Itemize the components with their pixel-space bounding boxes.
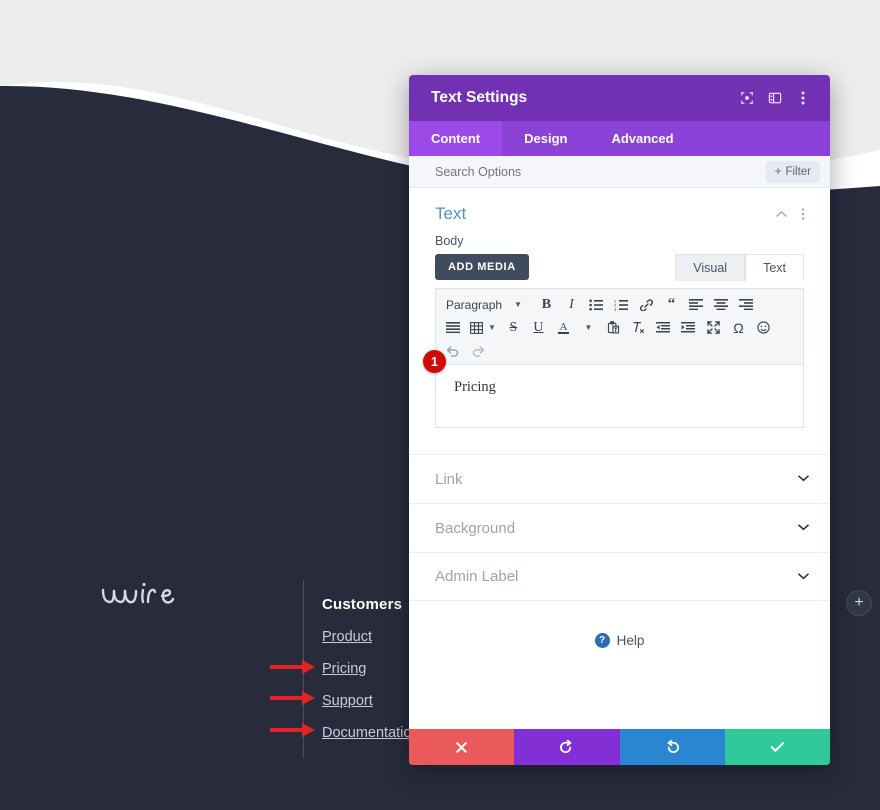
filter-button-label: Filter xyxy=(785,165,811,178)
editor-tab-visual[interactable]: Visual xyxy=(675,254,746,281)
help-link[interactable]: ? Help xyxy=(409,633,830,648)
footer-link-support[interactable]: Support xyxy=(322,693,420,709)
add-section-button[interactable]: + xyxy=(846,590,872,616)
target-icon[interactable] xyxy=(734,85,760,111)
section-more-vertical-icon[interactable] xyxy=(792,207,814,221)
toolbar-row-2: ▼ S U A ▼ Ω xyxy=(442,316,797,339)
accordion-link[interactable]: Link xyxy=(409,454,830,503)
tab-content[interactable]: Content xyxy=(409,121,503,156)
annotation-arrow-pricing xyxy=(270,660,318,674)
chevron-down-icon: ▼ xyxy=(488,323,496,332)
strikethrough-icon[interactable]: S xyxy=(503,317,524,338)
brand-logo xyxy=(99,578,181,614)
outdent-icon[interactable] xyxy=(653,317,674,338)
undo-button[interactable] xyxy=(514,729,620,765)
align-justify-icon[interactable] xyxy=(442,317,463,338)
modal-tab-bar: Content Design Advanced xyxy=(409,121,830,156)
accordion-link-label: Link xyxy=(435,470,463,488)
cancel-button[interactable] xyxy=(409,729,515,765)
rich-text-editor: Paragraph ▼ B I 1 2 3 “ ▼ S U A ▼ Ω Pric… xyxy=(435,288,804,428)
tab-design[interactable]: Design xyxy=(502,121,589,156)
blockquote-icon[interactable]: “ xyxy=(661,294,682,315)
accordion-admin-label-label: Admin Label xyxy=(435,568,519,585)
italic-icon[interactable]: I xyxy=(561,294,582,315)
format-select[interactable]: Paragraph ▼ xyxy=(442,294,526,315)
search-options-row: + Filter xyxy=(409,156,830,188)
search-input[interactable] xyxy=(433,163,766,180)
modal-title: Text Settings xyxy=(431,89,528,106)
layout-panel-icon[interactable] xyxy=(762,85,788,111)
accordion-background-label: Background xyxy=(435,519,516,537)
text-color-icon[interactable]: A xyxy=(553,317,574,338)
accordion-list: Link Background Admin Label xyxy=(409,454,830,601)
annotation-arrow-support xyxy=(270,691,318,705)
svg-text:3: 3 xyxy=(614,306,617,310)
chevron-down-icon xyxy=(797,522,810,534)
table-icon[interactable]: ▼ xyxy=(467,317,499,338)
filter-button[interactable]: + Filter xyxy=(765,160,820,183)
text-section-header: Text xyxy=(409,188,830,234)
plus-icon: + xyxy=(774,165,782,178)
redo-icon[interactable] xyxy=(467,340,488,361)
editor-toolbar: Paragraph ▼ B I 1 2 3 “ ▼ S U A ▼ Ω xyxy=(436,289,803,365)
text-color-chevron-down-icon[interactable]: ▼ xyxy=(578,317,599,338)
add-media-button[interactable]: ADD MEDIA xyxy=(435,254,529,280)
footer-nav-column: Customers Product Pricing Support Docume… xyxy=(303,580,420,758)
link-icon[interactable] xyxy=(636,294,657,315)
underline-icon[interactable]: U xyxy=(528,317,549,338)
accordion-admin-label[interactable]: Admin Label xyxy=(409,552,830,601)
editor-canvas[interactable]: Pricing xyxy=(436,365,803,427)
chevron-down-icon: ▼ xyxy=(514,300,522,309)
align-right-icon[interactable] xyxy=(736,294,757,315)
help-label: Help xyxy=(616,633,645,648)
editor-tab-text[interactable]: Text xyxy=(745,254,804,281)
annotation-arrow-documentation xyxy=(270,723,318,737)
bulleted-list-icon[interactable] xyxy=(586,294,607,315)
chevron-up-icon[interactable] xyxy=(770,210,792,219)
paste-as-text-icon[interactable] xyxy=(603,317,624,338)
fullscreen-icon[interactable] xyxy=(703,317,724,338)
accordion-background[interactable]: Background xyxy=(409,503,830,552)
align-center-icon[interactable] xyxy=(711,294,732,315)
toolbar-row-3 xyxy=(442,339,797,362)
modal-action-bar xyxy=(409,729,830,765)
body-field-label: Body xyxy=(435,234,464,248)
save-button[interactable] xyxy=(724,729,830,765)
text-section-title: Text xyxy=(435,204,467,223)
emoji-icon[interactable] xyxy=(753,317,774,338)
footer-column-title: Customers xyxy=(322,596,403,613)
footer-link-product[interactable]: Product xyxy=(322,629,420,645)
more-vertical-icon[interactable] xyxy=(790,85,816,111)
indent-icon[interactable] xyxy=(678,317,699,338)
footer-link-documentation[interactable]: Documentation xyxy=(322,725,420,741)
tab-advanced[interactable]: Advanced xyxy=(589,121,695,156)
align-left-icon[interactable] xyxy=(686,294,707,315)
text-settings-modal: Text Settings Content Design Advanced Se… xyxy=(409,75,830,765)
clear-formatting-icon[interactable] xyxy=(628,317,649,338)
redo-button[interactable] xyxy=(619,729,725,765)
question-mark-icon: ? xyxy=(594,633,610,648)
step-badge-1: 1 xyxy=(423,350,446,373)
editor-mode-tabs: Visual Text xyxy=(675,254,804,281)
format-select-value: Paragraph xyxy=(446,297,503,312)
footer-link-pricing[interactable]: Pricing xyxy=(322,661,420,677)
chevron-down-icon xyxy=(797,571,810,583)
modal-header: Text Settings xyxy=(409,75,830,121)
modal-body: Text Body ADD MEDIA Visual Text Paragrap… xyxy=(409,188,830,729)
editor-content-text: Pricing xyxy=(454,379,496,395)
chevron-down-icon xyxy=(797,473,810,485)
numbered-list-icon[interactable]: 1 2 3 xyxy=(611,294,632,315)
special-character-icon[interactable]: Ω xyxy=(728,317,749,338)
bold-icon[interactable]: B xyxy=(536,294,557,315)
toolbar-row-1: Paragraph ▼ B I 1 2 3 “ xyxy=(442,293,797,316)
